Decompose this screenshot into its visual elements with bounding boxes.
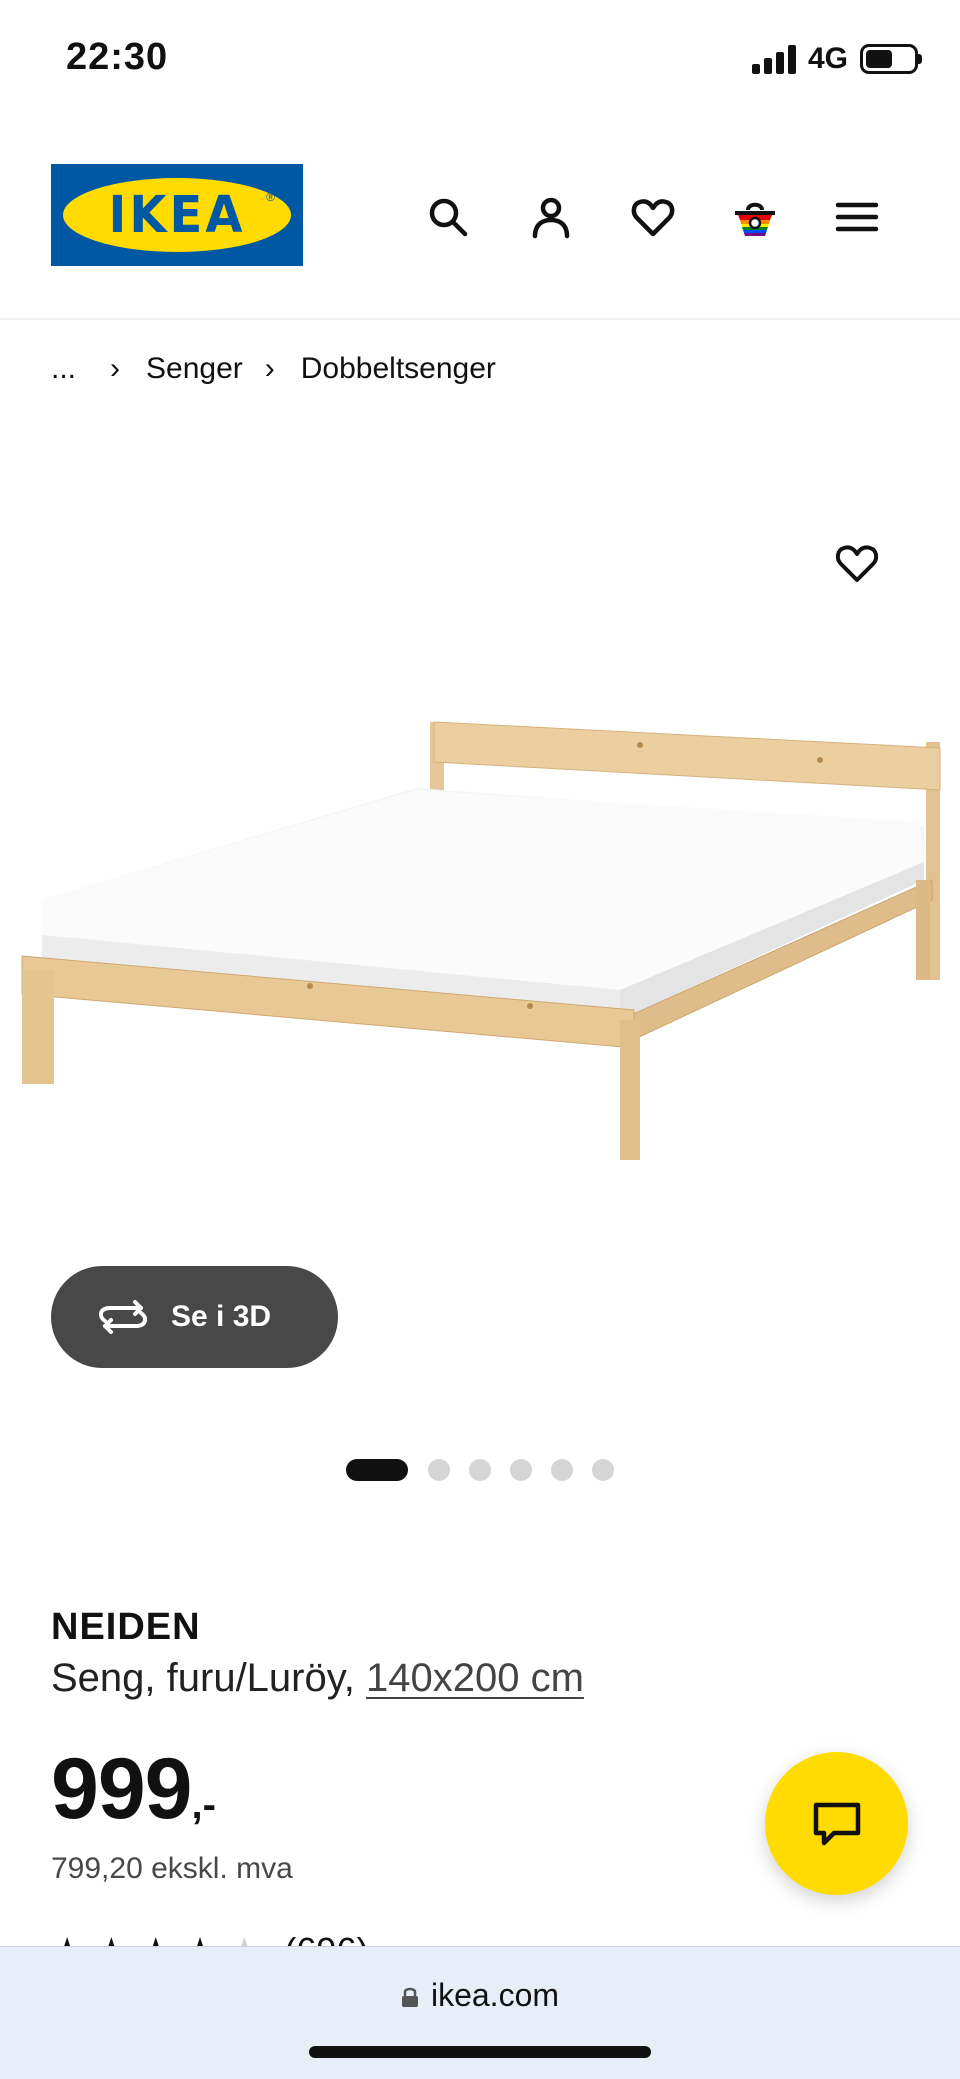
product-type: Seng, furu/Luröy, [51, 1656, 355, 1700]
logo-text: IKEA [108, 185, 246, 245]
home-indicator[interactable] [309, 2046, 651, 2058]
chat-button[interactable] [765, 1752, 908, 1895]
breadcrumb-separator: › [110, 352, 121, 385]
gallery-dot-active[interactable] [346, 1459, 408, 1481]
page: 22:30 4G IKEA ® ... › Senger › Dobbeltse… [0, 0, 960, 2079]
url-text: ikea.com [430, 1977, 560, 2013]
chat-icon [813, 1802, 860, 1845]
gallery-dot[interactable] [469, 1459, 491, 1481]
search-icon[interactable] [421, 190, 475, 244]
battery-icon [860, 44, 918, 74]
site-header: IKEA ® [0, 140, 960, 320]
price-suffix: ,- [191, 1783, 216, 1827]
battery-tip [918, 54, 922, 64]
heart-icon[interactable] [626, 190, 680, 244]
price-value: 999 [51, 1741, 192, 1837]
view-in-3d-button[interactable]: Se i 3D [51, 1266, 338, 1368]
status-time: 22:30 [66, 36, 169, 78]
heart-icon [835, 545, 879, 582]
gallery-pagination [346, 1459, 633, 1481]
breadcrumb-item-dobbeltsenger[interactable]: Dobbeltsenger [301, 352, 496, 386]
status-bar: 22:30 4G [0, 0, 960, 120]
user-icon[interactable] [524, 190, 578, 244]
product-price: 999,- [51, 1740, 216, 1839]
gallery-dot[interactable] [510, 1459, 532, 1481]
rotate-3d-icon [98, 1300, 148, 1334]
product-image[interactable] [0, 520, 960, 1280]
ikea-logo[interactable]: IKEA ® [51, 164, 303, 266]
gallery-dot[interactable] [428, 1459, 450, 1481]
product-size-link[interactable]: 140x200 cm [366, 1656, 584, 1700]
breadcrumb-separator: › [264, 352, 275, 385]
add-to-favourites-button[interactable] [830, 536, 884, 590]
product-name: NEIDEN [51, 1606, 201, 1648]
menu-icon[interactable] [830, 190, 884, 244]
bed-illustration [21, 721, 941, 1160]
gallery-dot[interactable] [551, 1459, 573, 1481]
product-description: Seng, furu/Luröy, 140x200 cm [51, 1656, 584, 1701]
network-label: 4G [808, 42, 849, 75]
shopping-bag-icon[interactable] [728, 190, 782, 244]
view-in-3d-label: Se i 3D [171, 1300, 272, 1333]
breadcrumb-ellipsis[interactable]: ... [51, 352, 76, 386]
url-display[interactable]: ikea.com [0, 1977, 960, 2014]
logo-oval: IKEA ® [63, 178, 291, 252]
breadcrumb-item-senger[interactable]: Senger [146, 352, 243, 386]
lock-icon [401, 1987, 418, 2007]
breadcrumb: ... › Senger › Dobbeltsenger [51, 352, 496, 386]
registered-mark: ® [266, 190, 275, 204]
browser-url-bar[interactable]: ikea.com [0, 1946, 960, 2079]
gallery-dot[interactable] [592, 1459, 614, 1481]
signal-icon [752, 44, 798, 74]
price-excl-vat: 799,20 ekskl. mva [51, 1852, 293, 1885]
